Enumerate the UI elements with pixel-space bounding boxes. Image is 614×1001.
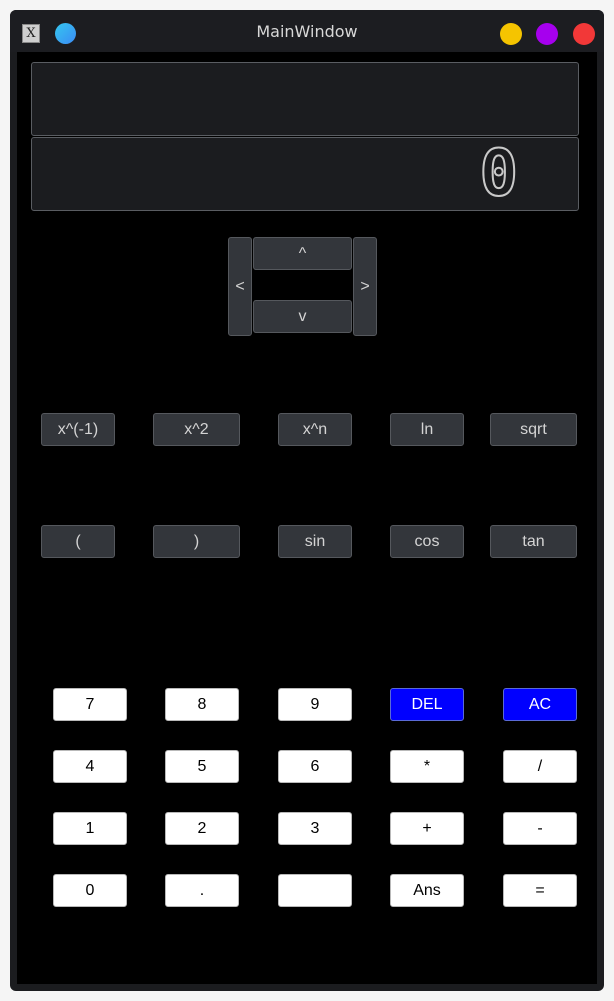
digit-0-button[interactable]: 0 (53, 874, 127, 907)
sqrt-button[interactable]: sqrt (490, 413, 577, 446)
digit-9-button[interactable]: 9 (278, 688, 352, 721)
down-arrow-button[interactable]: v (253, 300, 352, 333)
digit-2-button[interactable]: 2 (165, 812, 239, 845)
divide-button[interactable]: / (503, 750, 577, 783)
multiply-button[interactable]: * (390, 750, 464, 783)
left-arrow-button[interactable]: < (228, 237, 252, 336)
digit-8-button[interactable]: 8 (165, 688, 239, 721)
result-lcd: 0 (478, 137, 519, 211)
delete-button[interactable]: DEL (390, 688, 464, 721)
reciprocal-button[interactable]: x^(-1) (41, 413, 115, 446)
maximize-button[interactable] (536, 23, 558, 45)
digit-1-button[interactable]: 1 (53, 812, 127, 845)
all-clear-button[interactable]: AC (503, 688, 577, 721)
square-button[interactable]: x^2 (153, 413, 240, 446)
title-bar: X MainWindow (10, 10, 604, 52)
subtract-button[interactable]: - (503, 812, 577, 845)
ln-button[interactable]: ln (390, 413, 464, 446)
blank-button[interactable] (278, 874, 352, 907)
open-paren-button[interactable]: ( (41, 525, 115, 558)
calculator-body: 0 < ^ v > x^(-1) x^2 x^n ln sqrt ( ) sin… (17, 52, 597, 984)
equals-button[interactable]: = (503, 874, 577, 907)
add-button[interactable]: + (390, 812, 464, 845)
minimize-button[interactable] (500, 23, 522, 45)
digit-7-button[interactable]: 7 (53, 688, 127, 721)
main-window: X MainWindow 0 < ^ v > x^(-1) x^2 x^n ln… (10, 10, 604, 991)
digit-4-button[interactable]: 4 (53, 750, 127, 783)
cos-button[interactable]: cos (390, 525, 464, 558)
right-arrow-button[interactable]: > (353, 237, 377, 336)
digit-6-button[interactable]: 6 (278, 750, 352, 783)
tan-button[interactable]: tan (490, 525, 577, 558)
up-arrow-button[interactable]: ^ (253, 237, 352, 270)
expression-display (31, 62, 579, 136)
power-button[interactable]: x^n (278, 413, 352, 446)
digit-5-button[interactable]: 5 (165, 750, 239, 783)
result-display: 0 (31, 137, 579, 211)
sin-button[interactable]: sin (278, 525, 352, 558)
answer-button[interactable]: Ans (390, 874, 464, 907)
decimal-point-button[interactable]: . (165, 874, 239, 907)
close-button[interactable] (573, 23, 595, 45)
digit-3-button[interactable]: 3 (278, 812, 352, 845)
close-paren-button[interactable]: ) (153, 525, 240, 558)
